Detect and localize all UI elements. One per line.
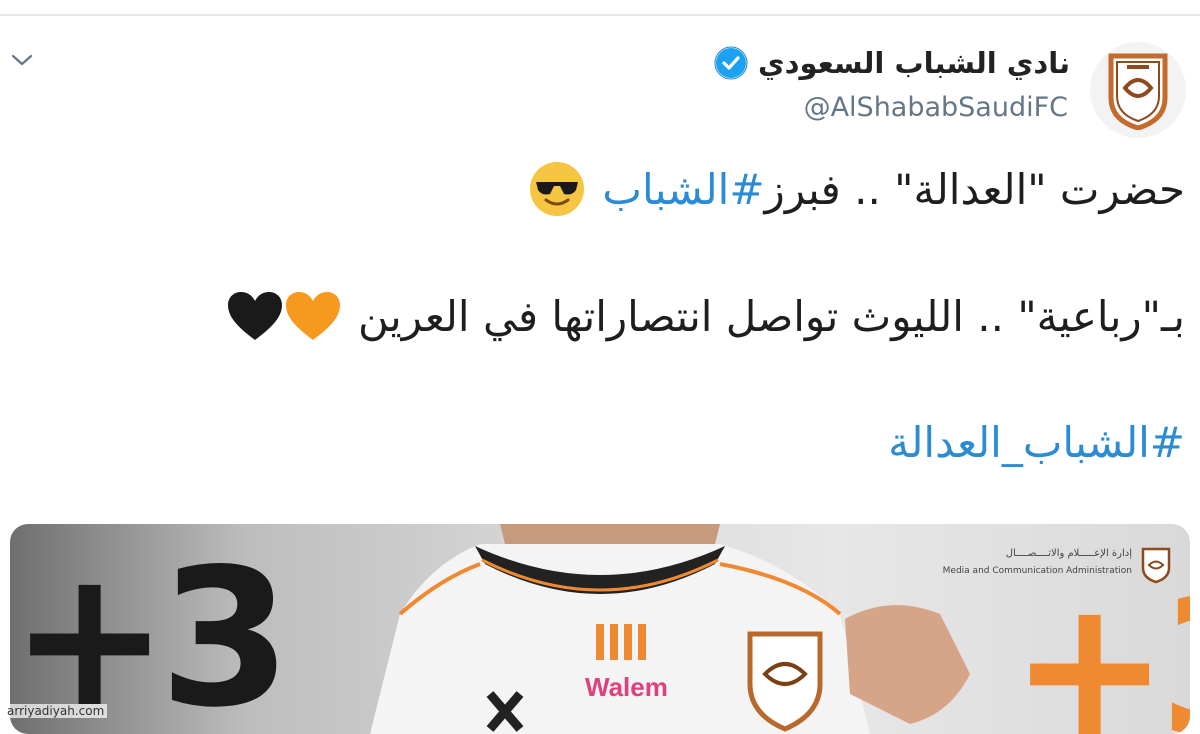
- tweet-line-3: #الشباب_العدالة: [888, 418, 1185, 467]
- watermark: arriyadiyah.com: [4, 704, 108, 718]
- media-brand: إدارة الإعـــــلام والاتــــصــــال Medi…: [910, 546, 1180, 602]
- avatar[interactable]: [1090, 42, 1186, 138]
- tweet-media-image[interactable]: +3 Walem +3 إدارة الإعـــــلام والاتــــ…: [10, 524, 1190, 734]
- tweet-line-1: حضرت "العدالة" .. فبرز #الشباب: [528, 160, 1185, 218]
- media-brand-arabic: إدارة الإعـــــلام والاتــــصــــال: [1005, 548, 1132, 559]
- verified-badge-icon: [714, 46, 748, 80]
- club-crest-icon: [1108, 53, 1168, 130]
- top-divider: [0, 14, 1200, 16]
- tweet-text-1: حضرت "العدالة" .. فبرز: [764, 164, 1185, 214]
- media-brand-english: Media and Communication Administration: [942, 566, 1132, 576]
- sponsor-logo: Walem: [585, 672, 668, 702]
- tweet-line-2: بـ"رباعية" .. الليوث تواصل انتصاراتها في…: [226, 290, 1185, 342]
- hashtag-link-2[interactable]: #الشباب_العدالة: [888, 418, 1185, 467]
- orange-heart-icon: [286, 292, 341, 340]
- display-name[interactable]: نادي الشباب السعودي: [758, 46, 1070, 80]
- club-crest-small-icon: [1141, 547, 1171, 584]
- sunglasses-emoji-icon: [530, 162, 585, 216]
- black-heart-icon: [228, 292, 283, 340]
- author-handle[interactable]: @AlShababSaudiFC: [804, 92, 1068, 123]
- tweet-text-2: بـ"رباعية" .. الليوث تواصل انتصاراتها في…: [358, 291, 1185, 341]
- chevron-down-icon[interactable]: [10, 50, 34, 70]
- author-name-line: نادي الشباب السعودي: [714, 46, 1070, 80]
- hashtag-link[interactable]: #الشباب: [602, 165, 764, 214]
